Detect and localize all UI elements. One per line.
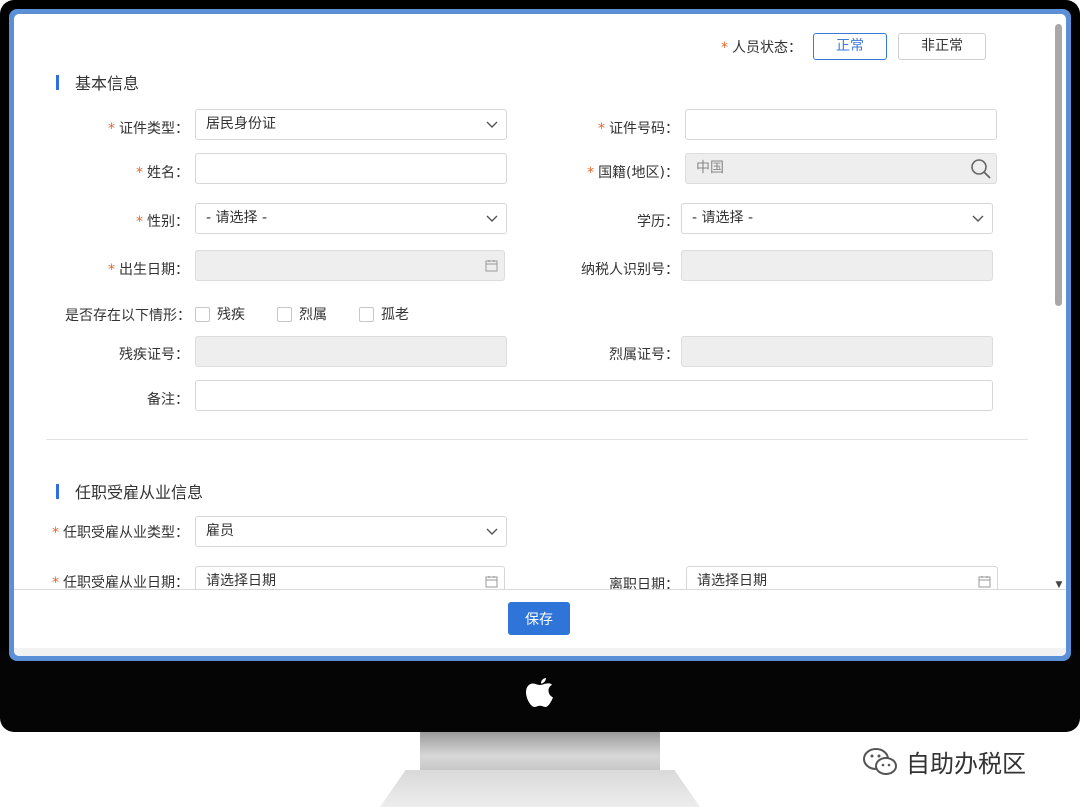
- status-abnormal-button[interactable]: 非正常: [898, 33, 986, 60]
- form-content: * 人员状态： 正常 非正常 基本信息 * 证件类型： 居民身份证 * 证件号码： *…: [14, 14, 1054, 589]
- section-divider: [46, 439, 1028, 440]
- education-label: 学历：: [637, 214, 679, 230]
- name-input[interactable]: [195, 153, 507, 184]
- vertical-scrollbar[interactable]: ▼: [1053, 22, 1065, 592]
- gender-select[interactable]: - 请选择 -: [195, 203, 507, 234]
- checkbox-elderly[interactable]: 孤老: [359, 304, 409, 324]
- remarks-label: 备注：: [147, 392, 189, 408]
- monitor-stand-neck: [420, 732, 660, 772]
- person-status-row: * 人员状态： 正常 非正常: [721, 33, 986, 60]
- martyr-cert-input[interactable]: [681, 336, 993, 367]
- id-type-select[interactable]: 居民身份证: [195, 109, 507, 140]
- monitor-stand-base: [380, 770, 700, 807]
- birth-date-input[interactable]: [195, 250, 505, 281]
- leave-date-label: 离职日期：: [609, 577, 679, 589]
- checkbox-martyr-family[interactable]: 烈属: [277, 304, 327, 324]
- id-number-input[interactable]: [685, 109, 997, 140]
- section-marker: [56, 74, 59, 90]
- person-status-label: * 人员状态：: [721, 39, 802, 56]
- calendar-icon: [485, 260, 498, 272]
- remarks-input[interactable]: [195, 380, 993, 411]
- watermark: 自助办税区: [862, 744, 1026, 779]
- disability-cert-label: 残疾证号：: [119, 347, 189, 363]
- bottom-strip: [14, 648, 1066, 656]
- checkbox-box[interactable]: [277, 306, 292, 322]
- taxpayer-id-input[interactable]: [681, 250, 993, 281]
- name-label: * 姓名：: [136, 165, 189, 181]
- taxpayer-id-label: 纳税人识别号：: [581, 262, 679, 278]
- nationality-label: * 国籍(地区)：: [587, 165, 679, 181]
- calendar-icon: [978, 576, 991, 588]
- gender-label: * 性别：: [136, 214, 189, 230]
- section-basic-info-title: 基本信息: [75, 74, 140, 93]
- employment-date-label: * 任职受雇从业日期：: [52, 575, 189, 589]
- status-normal-button[interactable]: 正常: [813, 33, 887, 60]
- scroll-down-arrow-icon[interactable]: ▼: [1053, 580, 1065, 592]
- situations-checkbox-group: 残疾 烈属 孤老: [195, 304, 441, 324]
- employment-date-input[interactable]: 请选择日期: [195, 566, 505, 589]
- save-button[interactable]: 保存: [508, 602, 570, 635]
- checkbox-box[interactable]: [195, 306, 210, 322]
- id-number-label: * 证件号码：: [598, 121, 679, 137]
- employment-type-label: * 任职受雇从业类型：: [52, 525, 189, 541]
- disability-cert-input[interactable]: [195, 336, 507, 367]
- employment-type-select[interactable]: 雇员: [195, 516, 507, 547]
- watermark-text: 自助办税区: [906, 750, 1026, 778]
- id-type-label: * 证件类型：: [108, 121, 189, 137]
- chevron-down-icon: [972, 215, 984, 222]
- scrollbar-thumb[interactable]: [1055, 24, 1062, 306]
- martyr-cert-label: 烈属证号：: [609, 347, 679, 363]
- section-employment-info-title: 任职受雇从业信息: [75, 483, 204, 502]
- section-marker: [56, 483, 59, 499]
- situations-label: 是否存在以下情形：: [65, 308, 191, 324]
- birth-date-label: * 出生日期：: [108, 262, 189, 278]
- chevron-down-icon: [486, 528, 498, 535]
- section-basic-info: 基本信息: [56, 70, 139, 94]
- footer-divider: [14, 589, 1066, 590]
- chevron-down-icon: [486, 215, 498, 222]
- section-employment-info: 任职受雇从业信息: [56, 479, 203, 503]
- search-icon[interactable]: [970, 158, 992, 180]
- chevron-down-icon: [486, 121, 498, 128]
- nationality-field[interactable]: 中国: [685, 153, 997, 184]
- checkbox-box[interactable]: [359, 306, 374, 322]
- calendar-icon: [485, 576, 498, 588]
- leave-date-input[interactable]: 请选择日期: [686, 566, 998, 589]
- checkbox-disability[interactable]: 残疾: [195, 304, 245, 324]
- wechat-icon: [863, 747, 897, 775]
- education-select[interactable]: - 请选择 -: [681, 203, 993, 234]
- screen: * 人员状态： 正常 非正常 基本信息 * 证件类型： 居民身份证 * 证件号码： *…: [14, 14, 1066, 656]
- apple-logo-icon: [526, 678, 553, 707]
